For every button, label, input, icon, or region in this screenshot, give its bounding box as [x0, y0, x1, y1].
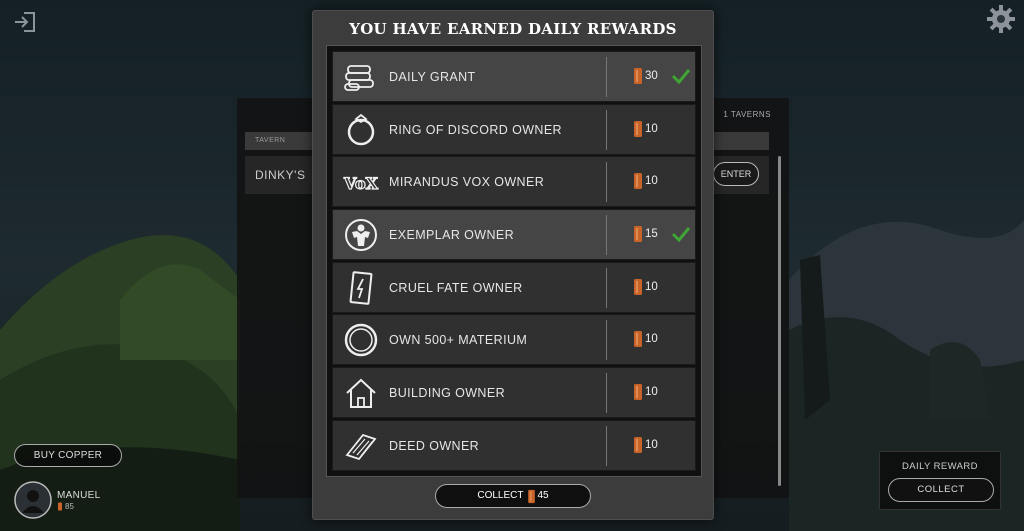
reward-label: BUILDING OWNER [389, 386, 506, 401]
exit-icon[interactable] [12, 10, 38, 34]
materium-coin-icon [344, 324, 378, 357]
copper-icon [634, 384, 642, 401]
copper-icon [634, 331, 642, 348]
reward-amount: 10 [633, 330, 658, 350]
reward-row-cruel-fate: CRUEL FATE OWNER 10 [332, 261, 696, 313]
tavern-name: DINKY'S [255, 168, 306, 182]
check-icon [671, 227, 691, 243]
copper-icon [634, 173, 642, 190]
copper-icon [58, 502, 62, 511]
reward-label: EXEMPLAR OWNER [389, 228, 515, 243]
collect-label: COLLECT [477, 490, 524, 501]
divider [606, 57, 607, 97]
collect-rewards-button[interactable]: COLLECT 45 [435, 484, 591, 508]
divider [606, 267, 607, 308]
exemplar-icon [345, 219, 377, 252]
deed-icon [345, 433, 377, 460]
reward-amount: 10 [633, 172, 658, 192]
reward-amount-value: 10 [645, 438, 658, 451]
reward-amount: 10 [633, 436, 658, 456]
buy-copper-button[interactable]: BUY COPPER [14, 444, 122, 467]
divider [606, 215, 607, 256]
reward-row-exemplar: EXEMPLAR OWNER 15 [332, 209, 696, 261]
reward-amount-value: 10 [645, 333, 658, 346]
daily-collect-button[interactable]: COLLECT [888, 478, 994, 502]
reward-amount-value: 30 [645, 70, 658, 82]
gear-icon[interactable] [986, 4, 1016, 34]
divider [606, 162, 607, 203]
user-copper-balance: 85 [57, 502, 74, 511]
divider [606, 373, 607, 414]
daily-reward-box: DAILY REWARD COLLECT [879, 451, 1001, 510]
daily-rewards-modal: YOU HAVE EARNED DAILY REWARDS DAILY GRAN… [312, 10, 714, 520]
copper-icon [634, 278, 642, 295]
divider [606, 425, 607, 466]
reward-label: CRUEL FATE OWNER [389, 280, 523, 295]
copper-icon [634, 120, 642, 137]
reward-amount-value: 10 [645, 175, 658, 188]
reward-amount: 10 [633, 278, 658, 298]
reward-amount-value: 10 [645, 386, 658, 399]
copper-icon [634, 68, 642, 84]
copper-icon [634, 226, 642, 243]
daily-reward-title: DAILY REWARD [902, 461, 978, 472]
reward-amount: 30 [633, 67, 658, 87]
copper-icon [527, 489, 535, 503]
tavern-count: 1 TAVERNS [723, 110, 771, 119]
reward-list: DAILY GRANT 30 RING OF DISCORD OWNER 10 … [326, 45, 702, 477]
reward-amount-value: 10 [645, 122, 658, 135]
svg-text:VoX: VoX [343, 174, 379, 193]
collect-amount: 45 [537, 490, 549, 501]
house-icon [346, 378, 376, 409]
user-name: MANUEL [57, 490, 101, 501]
tavern-column-label: TAVERN [255, 137, 286, 144]
reward-row-daily-grant: DAILY GRANT 30 [332, 51, 696, 102]
reward-row-ring-of-discord: RING OF DISCORD OWNER 10 [332, 103, 696, 155]
check-icon [671, 69, 691, 85]
reward-amount: 10 [633, 383, 658, 403]
copper-icon [634, 436, 642, 453]
ring-icon [347, 113, 375, 145]
user-copper-value: 85 [65, 502, 74, 511]
reward-row-building: BUILDING OWNER 10 [332, 367, 696, 419]
divider [606, 109, 607, 150]
reward-amount-value: 10 [645, 280, 658, 293]
reward-amount: 10 [633, 120, 658, 140]
reward-row-deed: DEED OWNER 10 [332, 419, 696, 471]
reward-label: RING OF DISCORD OWNER [389, 122, 562, 137]
reward-row-mirandus-vox: VoX MIRANDUS VOX OWNER 10 [332, 156, 696, 208]
modal-title: YOU HAVE EARNED DAILY REWARDS [349, 20, 677, 38]
reward-label: DAILY GRANT [389, 70, 476, 84]
divider [606, 320, 607, 361]
reward-amount-value: 15 [645, 228, 658, 241]
reward-label: DEED OWNER [389, 438, 480, 453]
reward-label: OWN 500+ MATERIUM [389, 333, 528, 348]
reward-label: MIRANDUS VOX OWNER [389, 175, 545, 190]
coins-stack-icon [344, 65, 374, 91]
reward-amount: 15 [633, 225, 658, 245]
avatar[interactable] [14, 481, 52, 519]
card-icon [349, 270, 373, 305]
enter-button[interactable]: ENTER [713, 162, 759, 186]
vox-logo-icon: VoX [342, 174, 379, 194]
reward-row-materium: OWN 500+ MATERIUM 10 [332, 314, 696, 366]
tavern-scrollbar[interactable] [778, 156, 781, 486]
